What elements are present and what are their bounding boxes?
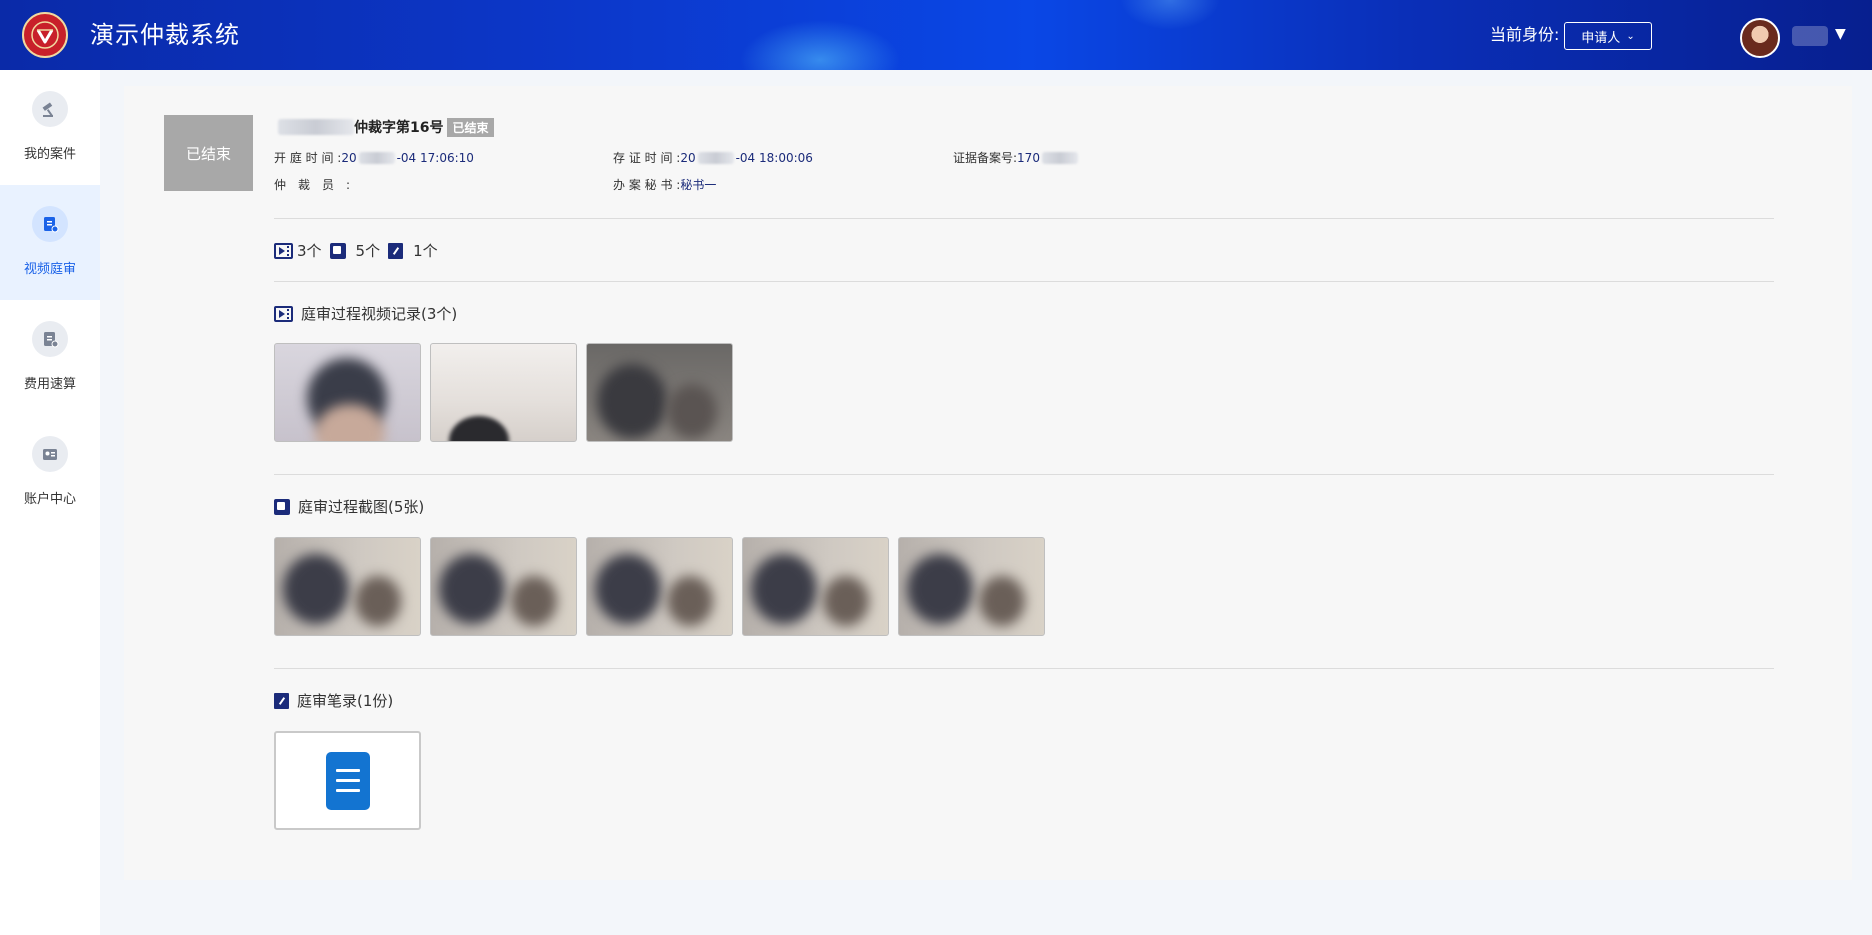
fee-calculator-icon (32, 321, 68, 357)
top-header: 演示仲裁系统 当前身份: 申请人 ⌄ 用户 ▼ (0, 0, 1872, 70)
open-time-prefix: 20 (341, 151, 357, 165)
sidebar-item-label: 账户中心 (23, 492, 76, 507)
video-icon (274, 242, 293, 259)
screenshot-icon (329, 242, 346, 259)
evidence-time-suffix: -04 18:00:06 (735, 151, 813, 165)
videos-title: 庭审过程视频记录(3个) (301, 305, 458, 323)
caret-down-icon[interactable]: ▼ (1835, 26, 1846, 42)
notes-section-title: 庭审笔录(1份) (274, 690, 393, 711)
secretary-label: 办 案 秘 书 : (613, 178, 681, 192)
case-status-box: 已结束 (164, 115, 253, 191)
username[interactable]: 用户 (1792, 26, 1828, 46)
case-number: 仲裁字第16号 (354, 120, 444, 136)
sidebar-item-label: 费用速算 (23, 377, 76, 392)
note-icon (274, 692, 289, 709)
screenshot-thumbnails (274, 537, 1045, 636)
case-title: 仲裁字第16号 已结束 (278, 116, 494, 138)
evidence-time-row: 存 证 时 间 : 20 -04 18:00:06 (613, 150, 813, 166)
sidebar-item-fee-calculator[interactable]: 费用速算 (0, 300, 100, 415)
screenshot-thumbnail[interactable] (586, 537, 733, 636)
screenshot-count: 5个 (355, 242, 381, 260)
record-no-prefix: 170 (1017, 151, 1040, 165)
note-count: 1个 (413, 242, 438, 260)
arbitrator-row: 仲 裁 员 : (274, 177, 350, 193)
header-glow (1120, 0, 1220, 30)
divider (274, 668, 1774, 669)
video-thumbnail[interactable] (274, 343, 421, 442)
avatar[interactable] (1740, 18, 1780, 58)
sidebar-item-my-cases[interactable]: 我的案件 (0, 70, 100, 185)
secretary-value: 秘书一 (680, 178, 717, 192)
current-role-label: 当前身份: (1490, 25, 1560, 44)
video-thumbnail[interactable] (430, 343, 577, 442)
videos-section-title: 庭审过程视频记录(3个) (274, 303, 457, 324)
sidebar-item-video-trial[interactable]: 视频庭审 (0, 185, 100, 300)
screenshot-thumbnail[interactable] (742, 537, 889, 636)
video-thumbnails (274, 343, 733, 442)
open-time-row: 开 庭 时 间 : 20 -04 17:06:10 (274, 150, 474, 166)
trial-note-document[interactable] (274, 731, 421, 830)
redacted-text (1041, 152, 1078, 164)
gavel-icon (32, 91, 68, 127)
sidebar: 我的案件 视频庭审 费用速算 账户中心 (0, 70, 100, 935)
secretary-row: 办 案 秘 书 : 秘书一 (613, 177, 716, 193)
evidence-time-prefix: 20 (680, 151, 696, 165)
media-counts: 3个 5个 1个 (274, 240, 446, 261)
open-time-suffix: -04 17:06:10 (396, 151, 474, 165)
arbitration-logo-icon (22, 12, 68, 58)
open-time-label: 开 庭 时 间 : (274, 151, 342, 165)
screenshot-thumbnail[interactable] (898, 537, 1045, 636)
status-badge: 已结束 (447, 117, 494, 137)
screenshot-icon (274, 498, 290, 515)
sidebar-item-label: 我的案件 (23, 147, 76, 162)
divider (274, 218, 1774, 219)
sidebar-item-label: 视频庭审 (23, 262, 76, 277)
role-select[interactable]: 申请人 ⌄ (1564, 22, 1652, 50)
account-card-icon (32, 436, 68, 472)
screenshots-section-title: 庭审过程截图(5张) (274, 496, 424, 517)
note-icon (388, 242, 404, 259)
video-icon (274, 305, 293, 322)
header-glow (740, 20, 900, 70)
video-trial-icon (32, 206, 68, 242)
screenshots-title: 庭审过程截图(5张) (298, 498, 425, 516)
divider (274, 281, 1774, 282)
record-no-row: 证据备案号: 170 (953, 150, 1080, 166)
divider (274, 474, 1774, 475)
case-detail-panel: 已结束 仲裁字第16号 已结束 开 庭 时 间 : 20 -04 17:06:1… (124, 86, 1852, 880)
role-select-value: 申请人 (1581, 30, 1621, 46)
chevron-down-icon: ⌄ (1626, 30, 1635, 42)
screenshot-thumbnail[interactable] (430, 537, 577, 636)
redacted-text (278, 119, 354, 135)
redacted-text (358, 152, 395, 164)
record-no-label: 证据备案号: (953, 151, 1018, 165)
document-icon (325, 751, 370, 810)
evidence-time-label: 存 证 时 间 : (613, 151, 681, 165)
redacted-text (697, 152, 734, 164)
video-count: 3个 (297, 242, 322, 260)
sidebar-item-account-center[interactable]: 账户中心 (0, 415, 100, 530)
screenshot-thumbnail[interactable] (274, 537, 421, 636)
arbitrator-label: 仲 裁 员 : (274, 178, 351, 192)
video-thumbnail[interactable] (586, 343, 733, 442)
notes-title: 庭审笔录(1份) (297, 692, 394, 710)
app-title: 演示仲裁系统 (90, 21, 240, 49)
